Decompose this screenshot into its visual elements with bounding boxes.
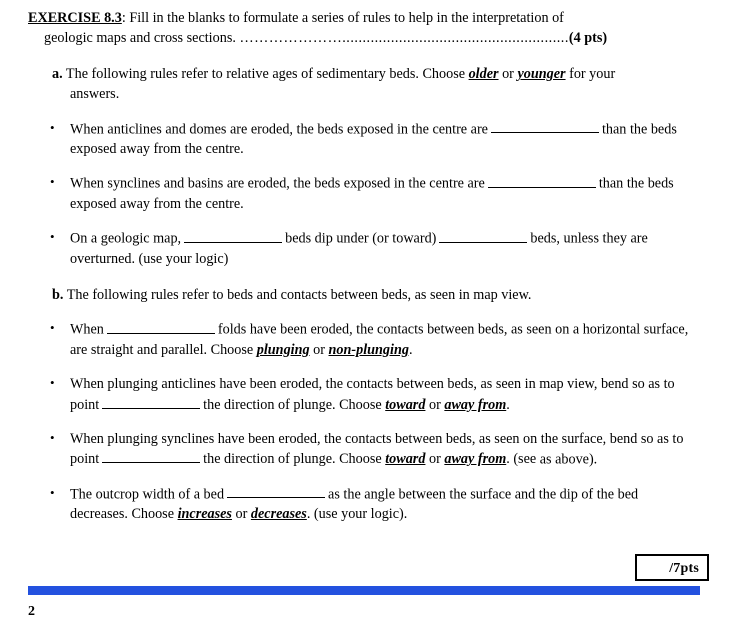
exercise-heading-text2: geologic maps and cross sections.	[44, 30, 240, 47]
points-value: (4 pts)	[568, 30, 608, 47]
bullet-line2-mid: the direction of plunge. Choose	[203, 396, 386, 413]
exercise-heading-text: Fill in the blanks to formulate a series…	[125, 10, 564, 26]
document-page: EXERCISE 8.3: Fill in the blanks to form…	[0, 8, 737, 630]
bullet-text-1: When plunging anticlines have been erode…	[70, 375, 598, 392]
score-box[interactable]: /7pts	[635, 554, 709, 581]
fill-in-blank[interactable]	[102, 449, 201, 464]
footer-rule-bottom	[28, 592, 700, 595]
fill-in-blank[interactable]	[439, 228, 528, 243]
fill-in-blank[interactable]	[184, 228, 283, 243]
exercise-label: EXERCISE 8.3	[28, 10, 122, 26]
bullet-text-1: On a geologic map,	[70, 230, 182, 247]
bullet-line-3: as above).	[539, 451, 598, 468]
choice-away-from: away from	[444, 396, 507, 413]
bullet-text-1: The outcrop width of a bed	[70, 486, 225, 503]
choice-conjunction: or	[425, 396, 445, 413]
part-a-continuation: answers.	[70, 86, 120, 103]
part-b-intro: b. The following rules refer to beds and…	[0, 285, 737, 305]
fill-in-blank[interactable]	[227, 484, 326, 499]
choice-conjunction: or	[231, 506, 251, 523]
bullet-line2-end: . (use your logic).	[306, 506, 408, 523]
bullet-dot-icon: •	[50, 320, 55, 336]
bullet-dot-icon: •	[50, 374, 55, 390]
bullet-line2-end: .	[506, 396, 510, 413]
page-number: 2	[28, 604, 35, 619]
choice-toward: toward	[385, 451, 426, 468]
bullet-text-1: When synclines and basins are eroded, th…	[70, 175, 485, 192]
bullet-plunging-folds: • When folds have been eroded, the contact…	[0, 319, 737, 360]
bullet-outcrop-width: • The outcrop width of a bed as the angle …	[0, 484, 737, 525]
choice-decreases: decreases	[250, 506, 307, 523]
part-b-text: The following rules refer to beds and co…	[63, 287, 532, 304]
choice-away-from: away from	[444, 451, 507, 468]
bullet-dot-icon: •	[50, 119, 55, 135]
choice-plunging: plunging	[256, 341, 310, 358]
part-a-text-2: for your	[565, 66, 616, 83]
choice-conjunction: or	[425, 451, 445, 468]
bullet-text-2: folds have been eroded, the contacts bet…	[217, 321, 580, 338]
part-b-marker: b.	[52, 287, 64, 304]
part-a-text-1: The following rules refer to relative ag…	[62, 66, 469, 83]
choice-conjunction: or	[309, 341, 329, 358]
bullet-line2-end: .	[408, 341, 413, 358]
bullet-synclines-basins: • When synclines and basins are eroded, t…	[0, 173, 737, 214]
bullet-plunging-synclines: • When plunging synclines have been erode…	[0, 429, 737, 470]
bullet-line2-end: . (see	[506, 451, 537, 468]
bullet-text-1: When anticlines and domes are eroded, th…	[70, 121, 488, 138]
bullet-text-2: as the angle between the surface and the…	[328, 486, 615, 503]
part-a-intro: a. The following rules refer to relative…	[0, 64, 737, 104]
part-a-choice-older: older	[468, 66, 499, 83]
choice-increases: increases	[177, 506, 232, 523]
exercise-heading-line1: EXERCISE 8.3: Fill in the blanks to form…	[28, 8, 725, 28]
fill-in-blank[interactable]	[487, 173, 596, 188]
fill-in-blank[interactable]	[102, 394, 201, 409]
part-a-marker: a.	[52, 66, 63, 83]
part-a-conjunction: or	[498, 66, 518, 83]
bullet-dot-icon: •	[50, 484, 55, 500]
fill-in-blank[interactable]	[106, 319, 215, 334]
choice-toward: toward	[385, 396, 426, 413]
bullet-plunging-anticlines: • When plunging anticlines have been erod…	[0, 374, 737, 415]
exercise-heading: EXERCISE 8.3: Fill in the blanks to form…	[0, 8, 737, 48]
bullet-line2-mid: the direction of plunge. Choose	[203, 451, 386, 468]
bullet-geologic-map-dip: • On a geologic map, beds dip under (or to…	[0, 228, 737, 269]
fill-in-blank[interactable]	[490, 119, 599, 134]
exercise-heading-line2: geologic maps and cross sections. …………………	[28, 28, 725, 48]
choice-non-plunging: non-plunging	[328, 341, 409, 358]
bullet-text-3: beds, unless	[530, 230, 599, 247]
bullet-text-1: When	[70, 321, 104, 338]
bullet-dot-icon: •	[50, 429, 55, 445]
bullet-dot-icon: •	[50, 229, 55, 245]
score-value: /7pts	[669, 561, 699, 576]
bullet-dot-icon: •	[50, 174, 55, 190]
footer-rules	[28, 586, 700, 600]
bullet-text-1: When plunging synclines have been eroded…	[70, 430, 607, 447]
bullet-text-2: than	[601, 121, 627, 138]
bullet-text-2: beds dip under (or toward)	[285, 230, 437, 247]
bullet-text-2: than	[598, 175, 624, 192]
part-a-choice-younger: younger	[517, 66, 566, 83]
bullet-anticlines-domes: • When anticlines and domes are eroded, t…	[0, 119, 737, 160]
leader-dots: ………………….................................…	[239, 30, 569, 47]
